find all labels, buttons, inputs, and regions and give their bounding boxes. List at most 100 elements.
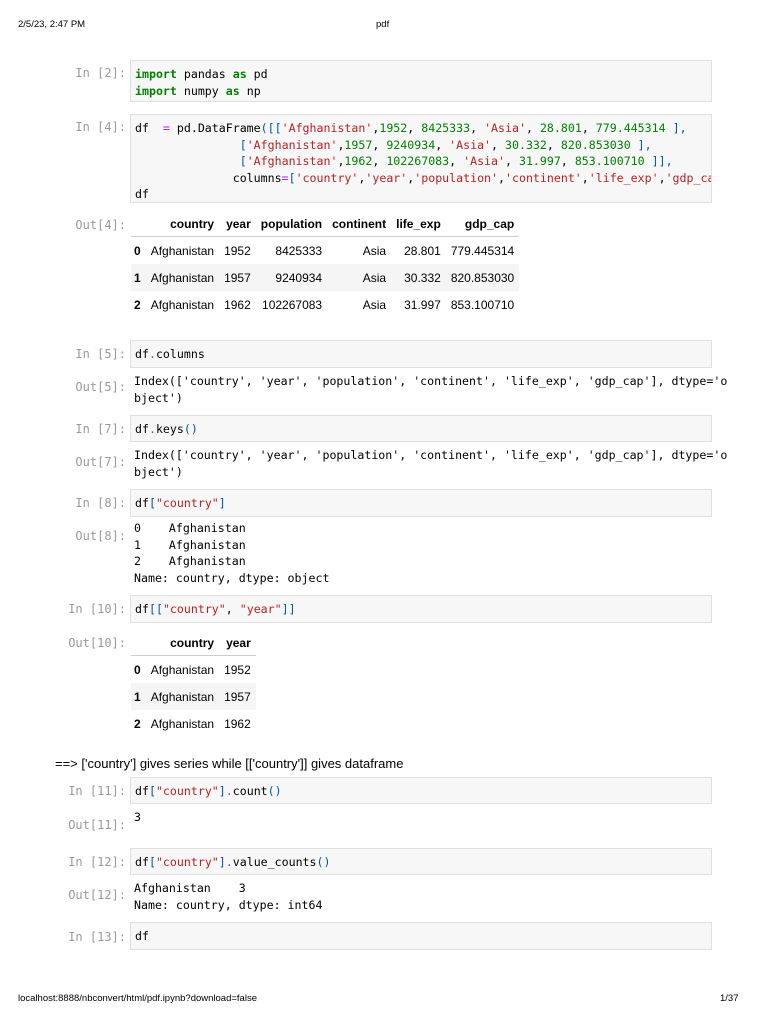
table-cell: Afghanistan bbox=[145, 264, 220, 291]
print-title: pdf bbox=[376, 19, 390, 30]
code-token: 'Afghanistan' bbox=[246, 154, 338, 168]
code-cell[interactable]: df["country"].count() bbox=[130, 777, 712, 804]
code-line: df.columns bbox=[135, 346, 707, 363]
code-token: . bbox=[225, 784, 233, 798]
table-cell: 779.445314 bbox=[450, 243, 515, 258]
input-prompt: In [2]: bbox=[75, 66, 126, 80]
code-token: = bbox=[162, 121, 170, 135]
code-token: [ bbox=[239, 137, 247, 152]
code-cell[interactable]: df[["country", "year"]] bbox=[130, 595, 712, 623]
input-prompt: In [10]: bbox=[68, 602, 126, 616]
input-prompt: In [12]: bbox=[68, 855, 126, 869]
code-token: pd.DataFrame bbox=[169, 121, 261, 135]
code-token: , bbox=[658, 170, 666, 185]
output-prompt: Out[4]: bbox=[75, 218, 126, 232]
column-header: country bbox=[145, 212, 220, 237]
code-token: df bbox=[135, 422, 149, 436]
code-token: . bbox=[225, 855, 233, 869]
code-line: df.keys() bbox=[135, 421, 707, 438]
code-token: "country" bbox=[155, 496, 219, 510]
code-token: import bbox=[135, 67, 177, 81]
code-token: [[ bbox=[148, 602, 163, 616]
dataframe-table: country year population continent life_exp gd… bbox=[131, 212, 520, 318]
table-cell: 853.100710 bbox=[450, 297, 515, 312]
table-cell: Afghanistan bbox=[150, 662, 215, 677]
code-token: df bbox=[135, 496, 149, 510]
input-prompt: In [11]: bbox=[68, 784, 126, 798]
table-row: 2 Afghanistan 1962 102267083 Asia 31.997 853.1… bbox=[131, 291, 519, 318]
output-text: Afghanistan 3 Name: country, dtype: int6… bbox=[134, 881, 323, 912]
code-token: . bbox=[148, 422, 156, 436]
code-cell[interactable]: df.columns bbox=[130, 340, 712, 368]
table-cell: 1962 bbox=[224, 297, 251, 312]
code-line: df["country"].count() bbox=[135, 783, 707, 800]
input-prompt: In [5]: bbox=[75, 347, 126, 361]
table-row: 1 Afghanistan 1957 9240934 Asia 30.332 820.853… bbox=[131, 264, 520, 291]
pdf-page: 2/5/23, 2:47 PM pdf In [2]: import panda… bbox=[0, 0, 768, 1024]
code-cell[interactable]: df["country"] bbox=[130, 489, 712, 517]
code-token: as bbox=[225, 83, 240, 98]
row-index: 1 bbox=[131, 683, 146, 710]
code-token: value_counts bbox=[232, 855, 317, 869]
code-token: , bbox=[498, 170, 505, 185]
table-cell: 28.801 bbox=[404, 243, 441, 258]
row-index: 0 bbox=[134, 662, 141, 677]
code-token: , bbox=[435, 137, 450, 152]
code-token: 102267083 bbox=[386, 154, 450, 168]
code-cell[interactable]: df bbox=[130, 922, 712, 950]
column-header: population bbox=[255, 212, 328, 237]
code-token: = bbox=[281, 170, 289, 185]
table-row: 2 Afghanistan 1962 bbox=[131, 710, 256, 737]
code-token: df bbox=[135, 602, 149, 616]
code-token: df bbox=[135, 121, 163, 135]
code-token: df bbox=[135, 929, 149, 943]
code-token: [ bbox=[148, 855, 156, 869]
table-cell: 31.997 bbox=[404, 297, 441, 312]
output-prompt: Out[8]: bbox=[75, 529, 126, 543]
code-token: "country" bbox=[155, 784, 219, 798]
code-token: () bbox=[316, 855, 331, 869]
code-token: 31.997 bbox=[518, 154, 561, 168]
code-token: ], bbox=[630, 137, 652, 152]
code-token: , bbox=[505, 154, 519, 168]
column-header: country bbox=[145, 631, 220, 656]
code-token: df bbox=[135, 855, 149, 869]
column-header: life_exp bbox=[391, 212, 446, 237]
table-cell: 1952 bbox=[224, 662, 251, 677]
code-token: , bbox=[525, 121, 540, 135]
code-token: [ bbox=[288, 170, 296, 185]
code-token: [ bbox=[148, 496, 156, 510]
code-token: ]], bbox=[644, 154, 673, 168]
code-token: 'Asia' bbox=[484, 121, 526, 135]
code-line: columns=['country','year','population','… bbox=[135, 170, 711, 187]
table-header-row: country year bbox=[131, 631, 256, 656]
code-token: 'Asia' bbox=[449, 137, 492, 152]
code-token: 853.100710 bbox=[574, 154, 645, 168]
code-line: df["country"] bbox=[135, 495, 707, 512]
code-cell[interactable]: df = pd.DataFrame([['Afghanistan',1952, … bbox=[130, 114, 712, 203]
input-prompt: In [7]: bbox=[75, 422, 126, 436]
code-token: "year" bbox=[239, 602, 282, 616]
output-text: Index(['country', 'year', 'population', … bbox=[134, 448, 728, 479]
code-token: ] bbox=[218, 784, 226, 798]
output-prompt: Out[12]: bbox=[68, 888, 126, 902]
code-token: 30.332 bbox=[505, 137, 547, 152]
table-cell: 1957 bbox=[219, 264, 256, 291]
table-cell: 102267083 bbox=[262, 297, 323, 312]
code-line: import numpy as np bbox=[135, 83, 707, 100]
code-token: 'Afghanistan' bbox=[246, 137, 338, 152]
code-cell[interactable]: df["country"].value_counts() bbox=[130, 848, 712, 875]
code-token: () bbox=[267, 784, 282, 798]
code-cell[interactable]: import pandas as pd import numpy as np bbox=[130, 60, 712, 102]
code-line: df[["country", "year"]] bbox=[135, 601, 707, 618]
code-cell[interactable]: df.keys() bbox=[130, 415, 712, 442]
table-cell: Afghanistan bbox=[150, 243, 215, 258]
table-cell: 9240934 bbox=[255, 264, 328, 291]
table-cell: 1962 bbox=[224, 716, 251, 731]
code-token: 'Afghanistan' bbox=[281, 121, 373, 135]
code-token: . bbox=[148, 347, 156, 361]
table-header-row: country year population continent life_exp gd… bbox=[131, 212, 520, 237]
row-index: 2 bbox=[134, 297, 141, 312]
code-token: 'population' bbox=[414, 170, 499, 185]
